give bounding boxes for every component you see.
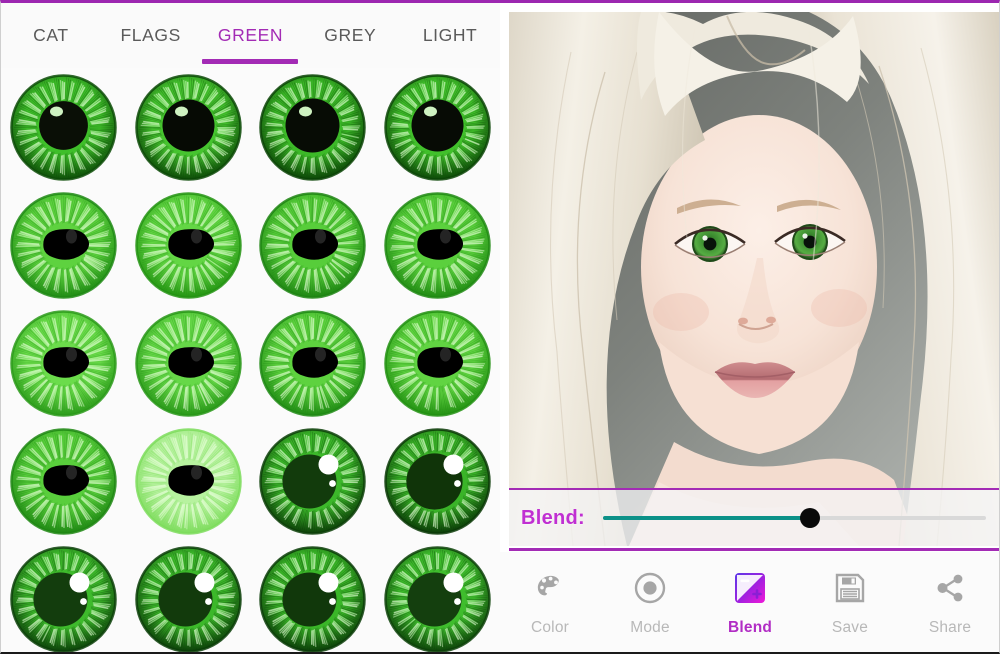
- iris-thumbnail[interactable]: [381, 71, 494, 184]
- iris-thumbnail[interactable]: [256, 71, 369, 184]
- iris-thumbnail[interactable]: [256, 543, 369, 652]
- iris-thumbnail[interactable]: [7, 425, 120, 538]
- iris-thumbnail[interactable]: [132, 189, 245, 302]
- toolbar-item-blend[interactable]: Blend: [700, 566, 800, 637]
- iris-thumbnail[interactable]: [132, 425, 245, 538]
- share-nodes-icon: [928, 566, 972, 610]
- toolbar-item-label: Blend: [727, 619, 773, 636]
- iris-thumbnail[interactable]: [7, 307, 120, 420]
- floppy-disk-icon: [828, 566, 872, 610]
- iris-thumbnail[interactable]: [132, 71, 245, 184]
- bottom-toolbar: Color Mode Blend Save Share: [500, 552, 999, 652]
- category-tab-bar: CAT FLAGS GREEN GREY LIGHT: [1, 3, 500, 68]
- active-tab-indicator: [202, 59, 299, 64]
- target-circle-icon: [628, 566, 672, 610]
- blend-slider-thumb[interactable]: [799, 508, 820, 528]
- iris-thumbnail[interactable]: [132, 307, 245, 420]
- blend-gradient-icon: [728, 566, 772, 610]
- portrait-photo[interactable]: [509, 12, 999, 546]
- iris-thumbnail[interactable]: [381, 425, 494, 538]
- tab-label: LIGHT: [422, 25, 478, 45]
- iris-thumbnail-grid[interactable]: [1, 68, 500, 652]
- palette-icon: [528, 566, 572, 610]
- blend-label: Blend:: [521, 506, 586, 529]
- blend-slider-bar[interactable]: Blend:: [509, 488, 999, 546]
- tab-label: GREEN: [217, 25, 284, 45]
- toolbar-item-label: Share: [928, 619, 972, 636]
- tab-label: FLAGS: [120, 25, 181, 45]
- toolbar-item-label: Mode: [630, 619, 670, 636]
- toolbar-item-share[interactable]: Share: [900, 566, 999, 637]
- editor-panel: Blend: Color Mode Blend Save Share: [500, 3, 999, 652]
- iris-thumbnail[interactable]: [256, 425, 369, 538]
- toolbar-item-mode[interactable]: Mode: [600, 566, 700, 637]
- iris-thumbnail[interactable]: [7, 543, 120, 652]
- eye-color-editor-window: CAT FLAGS GREEN GREY LIGHT Blend: Color …: [0, 0, 1000, 654]
- iris-thumbnail[interactable]: [7, 71, 120, 184]
- toolbar-item-save[interactable]: Save: [800, 566, 900, 637]
- iris-thumbnail[interactable]: [381, 189, 494, 302]
- blend-slider[interactable]: [603, 506, 986, 530]
- toolbar-item-color[interactable]: Color: [500, 566, 600, 637]
- tab-cat[interactable]: CAT: [1, 25, 101, 64]
- iris-thumbnail[interactable]: [132, 543, 245, 652]
- stage-divider: [509, 548, 999, 551]
- toolbar-item-label: Color: [530, 619, 570, 636]
- toolbar-item-label: Save: [831, 619, 869, 636]
- blend-slider-fill: [603, 516, 810, 520]
- tab-light[interactable]: LIGHT: [400, 25, 500, 64]
- tab-label: GREY: [324, 25, 377, 45]
- iris-thumbnail[interactable]: [256, 307, 369, 420]
- tab-grey[interactable]: GREY: [300, 25, 400, 64]
- iris-thumbnail[interactable]: [7, 189, 120, 302]
- tab-label: CAT: [33, 25, 69, 45]
- tab-green[interactable]: GREEN: [201, 25, 301, 64]
- tab-flags[interactable]: FLAGS: [101, 25, 201, 64]
- iris-library-panel: CAT FLAGS GREEN GREY LIGHT: [1, 3, 500, 652]
- iris-thumbnail[interactable]: [256, 189, 369, 302]
- iris-thumbnail[interactable]: [381, 543, 494, 652]
- iris-thumbnail[interactable]: [381, 307, 494, 420]
- photo-stage[interactable]: Blend:: [509, 12, 999, 546]
